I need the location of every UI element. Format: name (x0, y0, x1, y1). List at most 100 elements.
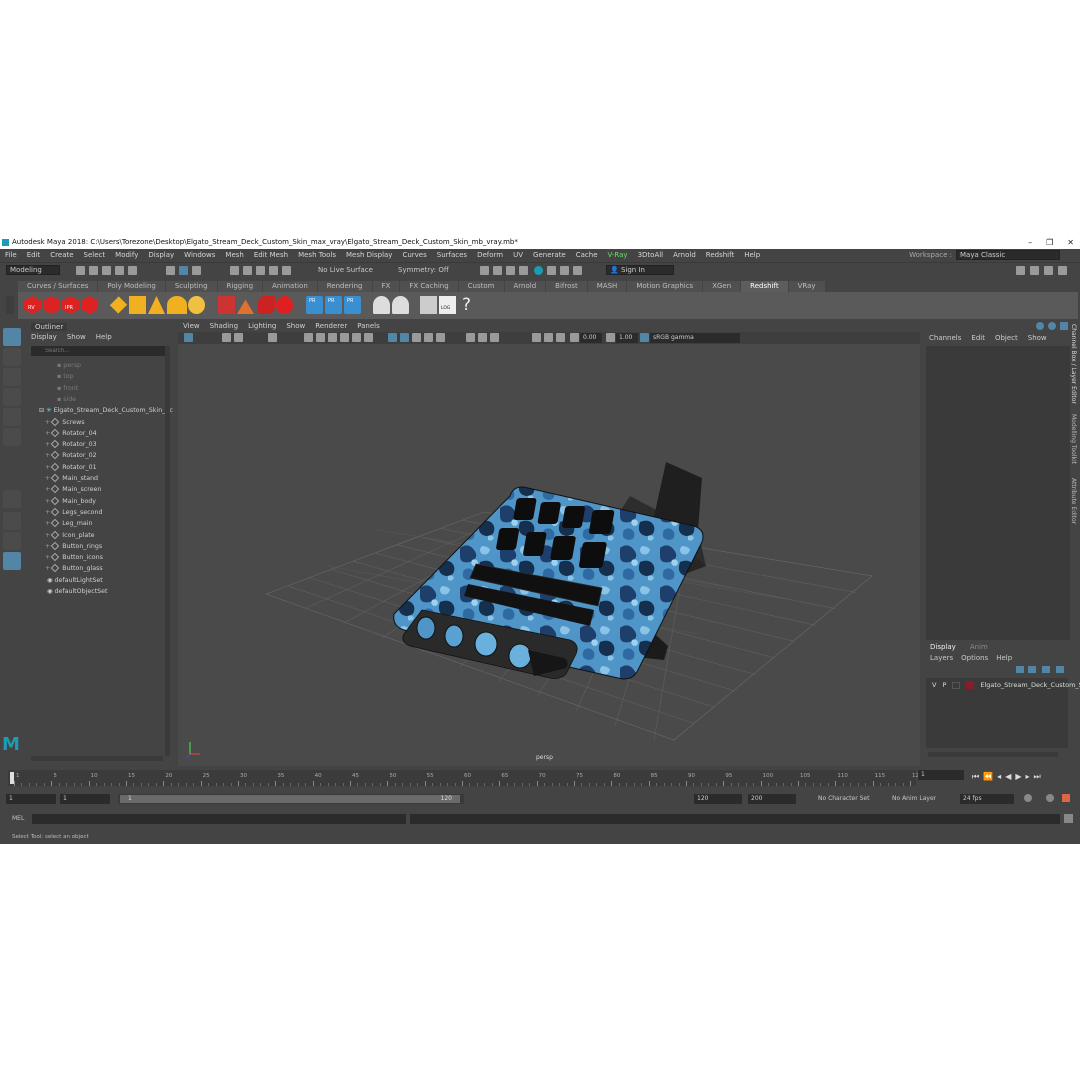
menu-create[interactable]: Create (45, 251, 78, 259)
snap-grid-icon[interactable] (230, 266, 239, 275)
panel-icon-3[interactable] (1060, 322, 1068, 330)
outliner-layout-icon[interactable] (3, 552, 21, 570)
shelf-menu-icon[interactable] (6, 296, 14, 314)
go-to-end-icon[interactable]: ⏭ (1034, 772, 1041, 782)
outliner-item-rotator-04[interactable]: + Rotator_04 (45, 428, 97, 439)
symmetry-label[interactable]: Symmetry: Off (398, 266, 449, 274)
outliner-item-front[interactable]: ▪ front (57, 383, 78, 394)
end-time-field[interactable]: 200 (748, 794, 796, 804)
range-bar[interactable]: 1 120 (118, 794, 464, 804)
safe-action-icon[interactable] (352, 333, 361, 342)
select-component-icon[interactable] (192, 266, 201, 275)
go-to-start-icon[interactable]: ⏮ (972, 772, 979, 782)
shelf-tab-redshift[interactable]: Redshift (741, 281, 788, 292)
new-scene-icon[interactable] (76, 266, 85, 275)
menu-v-ray[interactable]: V-Ray (603, 251, 633, 259)
layer-hscrollbar[interactable] (928, 752, 1058, 757)
outliner-item-button-icons[interactable]: + Button_icons (45, 552, 103, 563)
channel-menu-show[interactable]: Show (1028, 334, 1047, 342)
sign-in-button[interactable]: 👤 Sign In (606, 265, 674, 275)
ambient-occlusion-icon[interactable] (544, 333, 553, 342)
undo-icon[interactable] (115, 266, 124, 275)
snap-surface-icon[interactable] (282, 266, 291, 275)
script-editor-icon[interactable] (1064, 814, 1073, 823)
shelf-tab-vray[interactable]: VRay (788, 281, 825, 292)
minimize-button[interactable]: – (1028, 236, 1032, 249)
persp-outliner-icon[interactable] (3, 532, 21, 550)
viewport-menu-panels[interactable]: Panels (352, 322, 385, 332)
step-back-key-icon[interactable]: ⏪ (983, 772, 993, 782)
channel-menu-object[interactable]: Object (995, 334, 1018, 342)
menu-modify[interactable]: Modify (110, 251, 143, 259)
panel-icon-1[interactable] (1036, 322, 1044, 330)
outliner-item-rotator-02[interactable]: + Rotator_02 (45, 450, 97, 461)
hair-icon[interactable] (258, 296, 275, 314)
sun-light-icon[interactable] (188, 296, 205, 314)
menu-curves[interactable]: Curves (397, 251, 431, 259)
time-slider-track[interactable]: 1 5 10 15 20 25 30 35 40 45 50 55 60 65 70 75 80 85 90 95 10… (8, 770, 923, 786)
outliner-item-top[interactable]: ▪ top (57, 371, 74, 382)
render-frame-icon[interactable] (480, 266, 489, 275)
fps-select[interactable]: 24 fps (960, 794, 1014, 804)
isolate-select-icon[interactable] (466, 333, 475, 342)
menu-mesh[interactable]: Mesh (220, 251, 248, 259)
paint-select-tool-icon[interactable] (3, 368, 21, 386)
layer-tab-display[interactable]: Display (930, 643, 956, 651)
resolution-gate-icon[interactable] (316, 333, 325, 342)
camera-select-icon[interactable] (184, 333, 193, 342)
material-sphere-icon[interactable] (276, 296, 293, 314)
outliner-item-legs-second[interactable]: + Legs_second (45, 507, 102, 518)
menu-help[interactable]: Help (739, 251, 765, 259)
anti-aliasing-icon[interactable] (556, 333, 565, 342)
outliner-hscrollbar[interactable] (31, 756, 163, 761)
textured-icon[interactable] (412, 333, 421, 342)
redo-icon[interactable] (128, 266, 137, 275)
channel-box-tab[interactable]: Channel Box / Layer Editor (1070, 324, 1077, 404)
menu-windows[interactable]: Windows (179, 251, 220, 259)
menu-3dtoall[interactable]: 3DtoAll (633, 251, 669, 259)
shelf-tab-rigging[interactable]: Rigging (217, 281, 263, 292)
select-tool-icon[interactable] (3, 328, 21, 346)
menu-file[interactable]: File (0, 251, 22, 259)
render-settings-icon[interactable] (519, 266, 528, 275)
start-time-field[interactable]: 1 (6, 794, 56, 804)
snap-view-icon[interactable] (269, 266, 278, 275)
outliner-item-icon-plate[interactable]: + Icon_plate (45, 530, 95, 541)
outliner-item-persp[interactable]: ▪ persp (57, 360, 81, 371)
light-panel-icon[interactable] (129, 296, 146, 314)
shelf-tab-rendering[interactable]: Rendering (317, 281, 372, 292)
channel-menu-edit[interactable]: Edit (971, 334, 985, 342)
layer-playback-toggle[interactable]: P (942, 681, 946, 689)
cooking-pot-2-icon[interactable] (392, 296, 409, 314)
render-cube-icon[interactable] (43, 296, 60, 314)
film-gate-icon[interactable] (304, 333, 313, 342)
viewport-menu-view[interactable]: View (178, 322, 205, 332)
lasso-tool-icon[interactable] (3, 348, 21, 366)
move-tool-icon[interactable] (3, 388, 21, 406)
attribute-editor-icon[interactable] (1030, 266, 1039, 275)
attribute-editor-tab[interactable]: Attribute Editor (1070, 478, 1077, 524)
channel-menu-channels[interactable]: Channels (929, 334, 961, 342)
render-view-shelf-icon[interactable] (420, 296, 437, 314)
outliner-item-rotator-03[interactable]: + Rotator_03 (45, 439, 97, 450)
smooth-shade-icon[interactable] (400, 333, 409, 342)
outliner-scrollbar[interactable] (165, 346, 170, 756)
step-forward-frame-icon[interactable]: ▸ (1026, 772, 1030, 782)
rotate-tool-icon[interactable] (3, 408, 21, 426)
outliner-item-defaultobjectset[interactable]: ◉ defaultObjectSet (47, 586, 108, 597)
layer-type-toggle[interactable] (952, 681, 961, 689)
viewport-menu-shading[interactable]: Shading (205, 322, 243, 332)
playback-end-field[interactable]: 120 (694, 794, 742, 804)
light-diamond-icon[interactable] (109, 296, 128, 314)
spot-light-icon[interactable] (148, 296, 165, 314)
panel-icon-2[interactable] (1048, 322, 1056, 330)
outliner-item-button-glass[interactable]: + Button_glass (45, 563, 103, 574)
loop-icon[interactable] (1024, 794, 1032, 802)
stream-deck-model[interactable] (393, 344, 706, 680)
grid-toggle-icon[interactable] (268, 333, 277, 342)
layer-menu-layers[interactable]: Layers (930, 654, 953, 662)
scale-tool-icon[interactable] (3, 428, 21, 446)
post-fx-pr-2-icon[interactable]: PR (325, 296, 342, 314)
shelf-tab-bifrost[interactable]: Bifrost (546, 281, 587, 292)
menu-mesh-display[interactable]: Mesh Display (341, 251, 397, 259)
